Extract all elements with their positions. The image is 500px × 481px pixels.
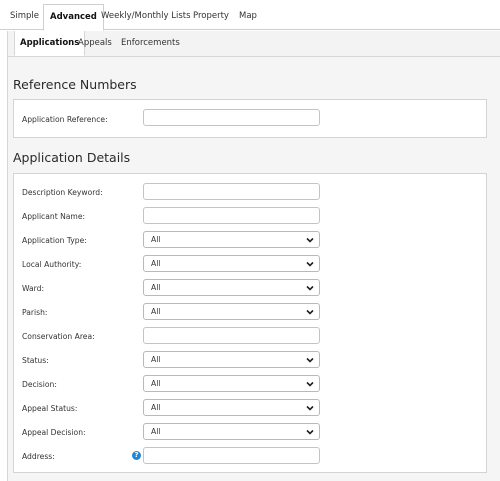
parish-label: Parish: <box>22 308 48 317</box>
application-type-label: Application Type: <box>22 236 87 245</box>
local-authority-value: All <box>151 259 161 268</box>
chevron-down-icon <box>306 429 314 435</box>
chevron-down-icon <box>306 237 314 243</box>
subtab-enforcements[interactable]: Enforcements <box>121 38 180 48</box>
local-authority-label: Local Authority: <box>22 260 82 269</box>
applicant-name-input[interactable] <box>143 207 320 224</box>
application-type-select[interactable]: All <box>143 231 320 248</box>
tab-advanced[interactable]: Advanced <box>43 4 104 31</box>
chevron-down-icon <box>306 381 314 387</box>
chevron-down-icon <box>306 357 314 363</box>
application-reference-input[interactable] <box>143 109 320 126</box>
description-keyword-label: Description Keyword: <box>22 188 103 197</box>
appeal-decision-label: Appeal Decision: <box>22 428 86 437</box>
applicant-name-label: Applicant Name: <box>22 212 86 221</box>
tab-property[interactable]: Property <box>193 11 229 21</box>
address-input[interactable] <box>143 447 320 464</box>
main-tab-bar: Simple Advanced Weekly/Monthly Lists Pro… <box>0 0 500 31</box>
appeal-decision-value: All <box>151 427 161 436</box>
application-type-value: All <box>151 235 161 244</box>
description-keyword-input[interactable] <box>143 183 320 200</box>
decision-value: All <box>151 379 161 388</box>
status-label: Status: <box>22 356 49 365</box>
reference-numbers-heading: Reference Numbers <box>13 77 137 92</box>
subtab-appeals[interactable]: Appeals <box>78 38 112 48</box>
ward-select[interactable]: All <box>143 279 320 296</box>
decision-select[interactable]: All <box>143 375 320 392</box>
chevron-down-icon <box>306 405 314 411</box>
tab-simple[interactable]: Simple <box>10 11 39 21</box>
status-select[interactable]: All <box>143 351 320 368</box>
chevron-down-icon <box>306 285 314 291</box>
ward-label: Ward: <box>22 284 45 293</box>
appeal-status-value: All <box>151 403 161 412</box>
help-question-icon[interactable]: ? <box>132 451 141 460</box>
address-label: Address: <box>22 452 55 461</box>
sub-tab-bar: Applications Appeals Enforcements <box>7 31 500 57</box>
parish-select[interactable]: All <box>143 303 320 320</box>
conservation-area-input[interactable] <box>143 327 320 344</box>
application-reference-label: Application Reference: <box>22 115 108 124</box>
chevron-down-icon <box>306 309 314 315</box>
appeal-status-select[interactable]: All <box>143 399 320 416</box>
chevron-down-icon <box>306 261 314 267</box>
tab-map[interactable]: Map <box>239 11 257 21</box>
status-value: All <box>151 355 161 364</box>
subtab-applications[interactable]: Applications <box>14 31 86 56</box>
conservation-area-label: Conservation Area: <box>22 332 95 341</box>
application-details-heading: Application Details <box>13 150 131 165</box>
appeal-decision-select[interactable]: All <box>143 423 320 440</box>
local-authority-select[interactable]: All <box>143 255 320 272</box>
tab-weekly-monthly-lists[interactable]: Weekly/Monthly Lists <box>101 11 191 21</box>
parish-value: All <box>151 307 161 316</box>
ward-value: All <box>151 283 161 292</box>
decision-label: Decision: <box>22 380 57 389</box>
appeal-status-label: Appeal Status: <box>22 404 78 413</box>
